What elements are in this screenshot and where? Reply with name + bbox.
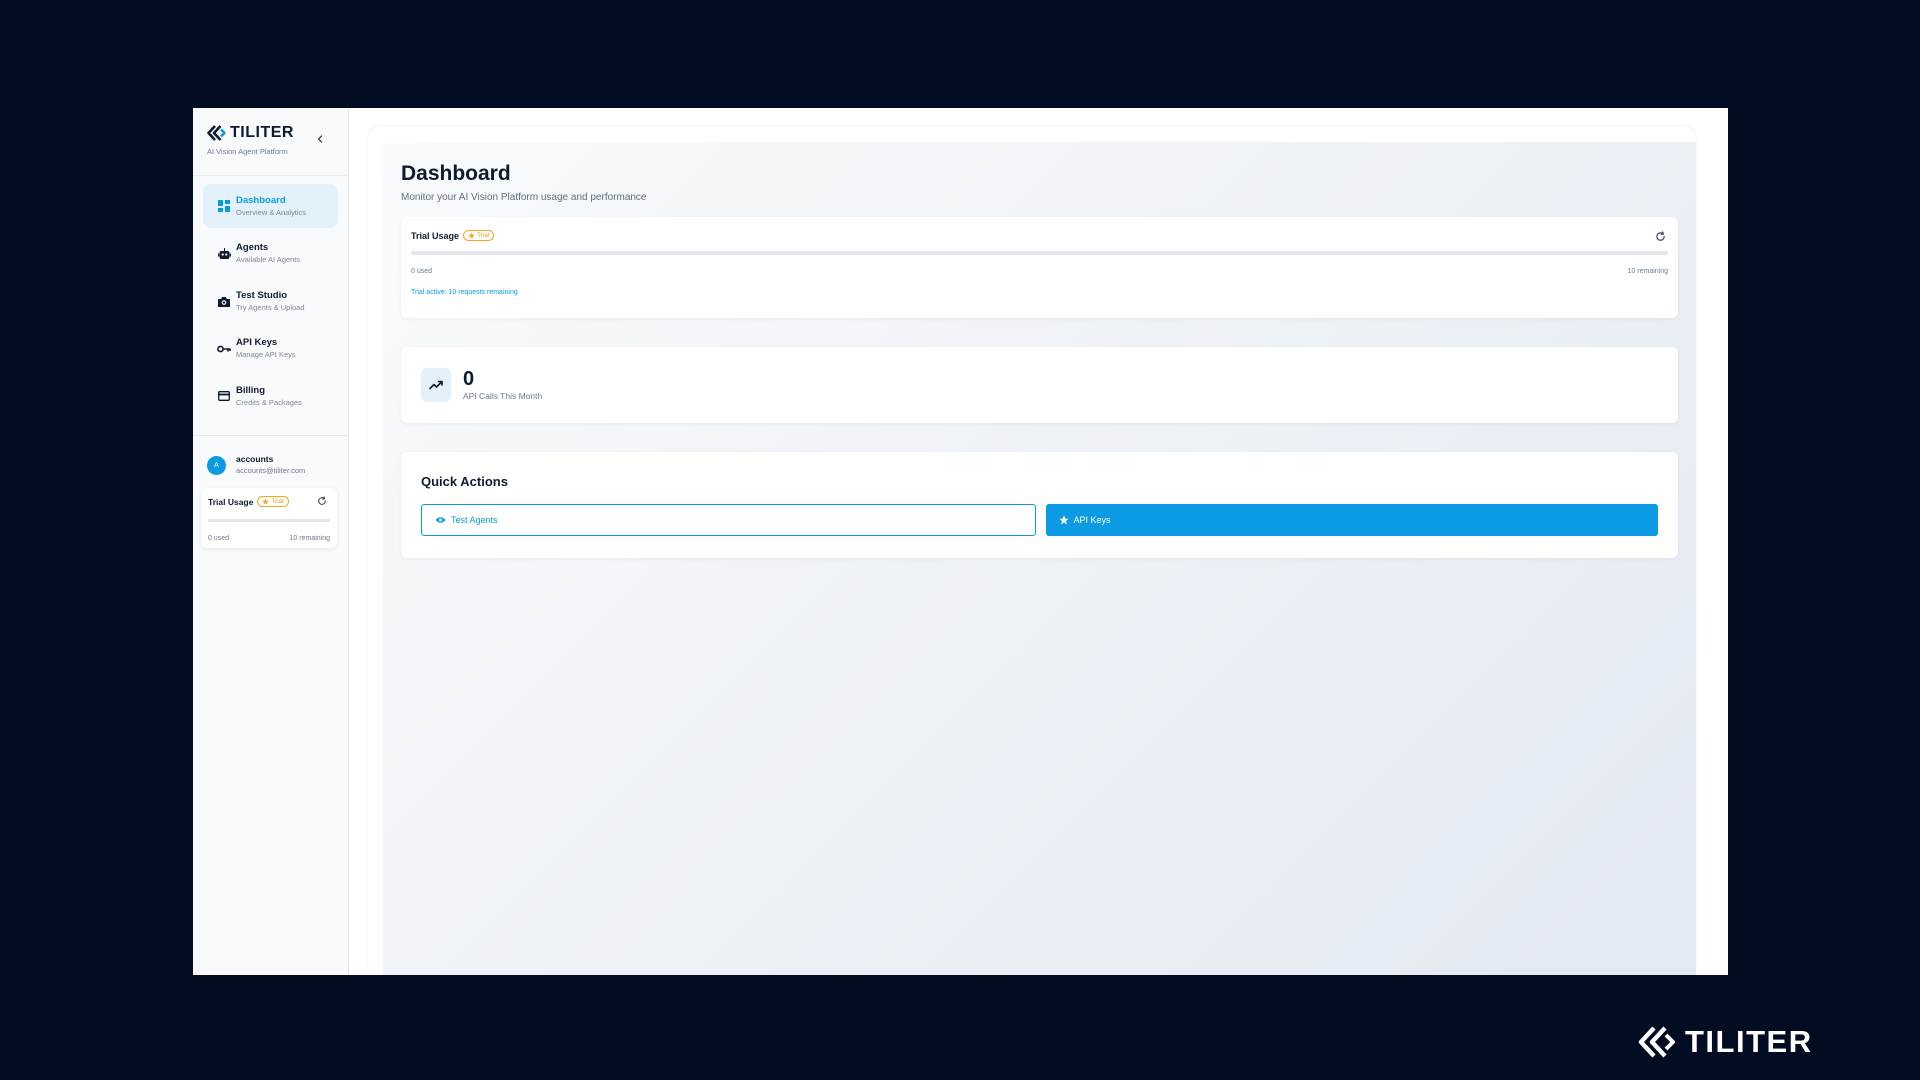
robot-icon (217, 247, 231, 261)
user-name: accounts (236, 454, 274, 464)
api-keys-button[interactable]: API Keys (1045, 504, 1658, 536)
tiliter-logo-icon (1638, 1026, 1675, 1058)
sidebar-item-subtitle: Try Agents & Upload (236, 302, 305, 312)
page-title: Dashboard (401, 162, 511, 185)
sidebar-item-billing[interactable]: Billing Credits & Packages (203, 374, 338, 418)
sidebar-trial-usage-card: Trial Usage Trial 0 used 10 remaining (201, 488, 337, 548)
api-calls-stat-card: 0 API Calls This Month (401, 347, 1678, 423)
quick-actions-title: Quick Actions (421, 474, 508, 489)
collapse-sidebar-button[interactable] (314, 133, 326, 145)
grid-icon (217, 199, 231, 213)
sidebar-header: TILITER AI Vision Agent Platform (193, 108, 348, 176)
sidebar-item-title: Billing (236, 384, 266, 396)
trial-progress-bar (208, 519, 330, 522)
avatar: A (207, 455, 226, 475)
sidebar-item-subtitle: Overview & Analytics (236, 207, 307, 217)
brand-name: TILITER (230, 124, 294, 141)
sidebar-item-title: API Keys (236, 337, 278, 348)
refresh-icon[interactable] (1655, 231, 1666, 242)
camera-icon (217, 294, 231, 308)
trial-badge: Trial (257, 496, 289, 507)
trial-usage-title: Trial Usage (411, 230, 460, 241)
sidebar-item-title: Test Studio (236, 289, 288, 301)
star-icon (262, 498, 270, 505)
trial-progress-bar (411, 251, 1668, 255)
sidebar-item-title: Dashboard (236, 194, 286, 206)
page-subtitle: Monitor your AI Vision Platform usage an… (401, 192, 647, 203)
footer-brand-logo: TILITER (1637, 1024, 1813, 1060)
sidebar-item-agents[interactable]: Agents Available AI Agents (203, 232, 338, 276)
trial-badge: Trial (463, 230, 495, 241)
sidebar: TILITER AI Vision Agent Platform Dashboa… (193, 108, 349, 975)
star-icon (468, 232, 475, 239)
trial-used-label: 0 used (411, 268, 433, 275)
trial-status-text: Trial active: 10 requests remaining (411, 289, 518, 296)
sidebar-user-section: A accounts accounts@tiliter.com Trial Us… (193, 435, 348, 548)
quick-actions-card: Quick Actions Test Agents API Keys (401, 452, 1678, 558)
user-profile[interactable]: A accounts accounts@tiliter.com (207, 454, 338, 476)
sidebar-item-dashboard[interactable]: Dashboard Overview & Analytics (203, 184, 338, 228)
sidebar-item-subtitle: Available AI Agents (236, 255, 301, 264)
stat-label: API Calls This Month (463, 391, 543, 401)
eye-icon (435, 517, 446, 523)
trial-remaining-label: 10 remaining (1627, 268, 1668, 275)
trial-used-label: 0 used (208, 535, 230, 542)
sidebar-nav: Dashboard Overview & Analytics Agents Av… (193, 176, 348, 418)
footer-brand-name: TILITER (1685, 1024, 1813, 1059)
tiliter-logo-icon (207, 125, 226, 141)
sidebar-item-test-studio[interactable]: Test Studio Try Agents & Upload (203, 279, 338, 323)
trial-remaining-label: 10 remaining (289, 535, 330, 542)
main-area: Dashboard Monitor your AI Vision Platfor… (349, 108, 1728, 975)
user-email: accounts@tiliter.com (236, 466, 306, 475)
dashboard-content: Dashboard Monitor your AI Vision Platfor… (383, 142, 1696, 975)
trending-up-icon (421, 368, 451, 402)
credit-card-icon (217, 389, 231, 403)
refresh-icon[interactable] (317, 496, 327, 506)
test-agents-button[interactable]: Test Agents (421, 504, 1036, 536)
sidebar-item-subtitle: Manage API Keys (236, 350, 296, 359)
star-icon (1058, 515, 1069, 525)
sidebar-item-title: Agents (236, 242, 269, 253)
stat-value: 0 (463, 368, 475, 390)
sidebar-item-subtitle: Credits & Packages (236, 397, 302, 407)
trial-usage-title: Trial Usage (208, 496, 254, 507)
brand-subtitle: AI Vision Agent Platform (207, 147, 288, 156)
app-window: TILITER AI Vision Agent Platform Dashboa… (193, 108, 1728, 975)
sidebar-item-api-keys[interactable]: API Keys Manage API Keys (203, 327, 338, 371)
trial-usage-card: Trial Usage Trial 0 used 10 remaining Tr… (401, 217, 1678, 318)
key-icon (217, 342, 231, 356)
